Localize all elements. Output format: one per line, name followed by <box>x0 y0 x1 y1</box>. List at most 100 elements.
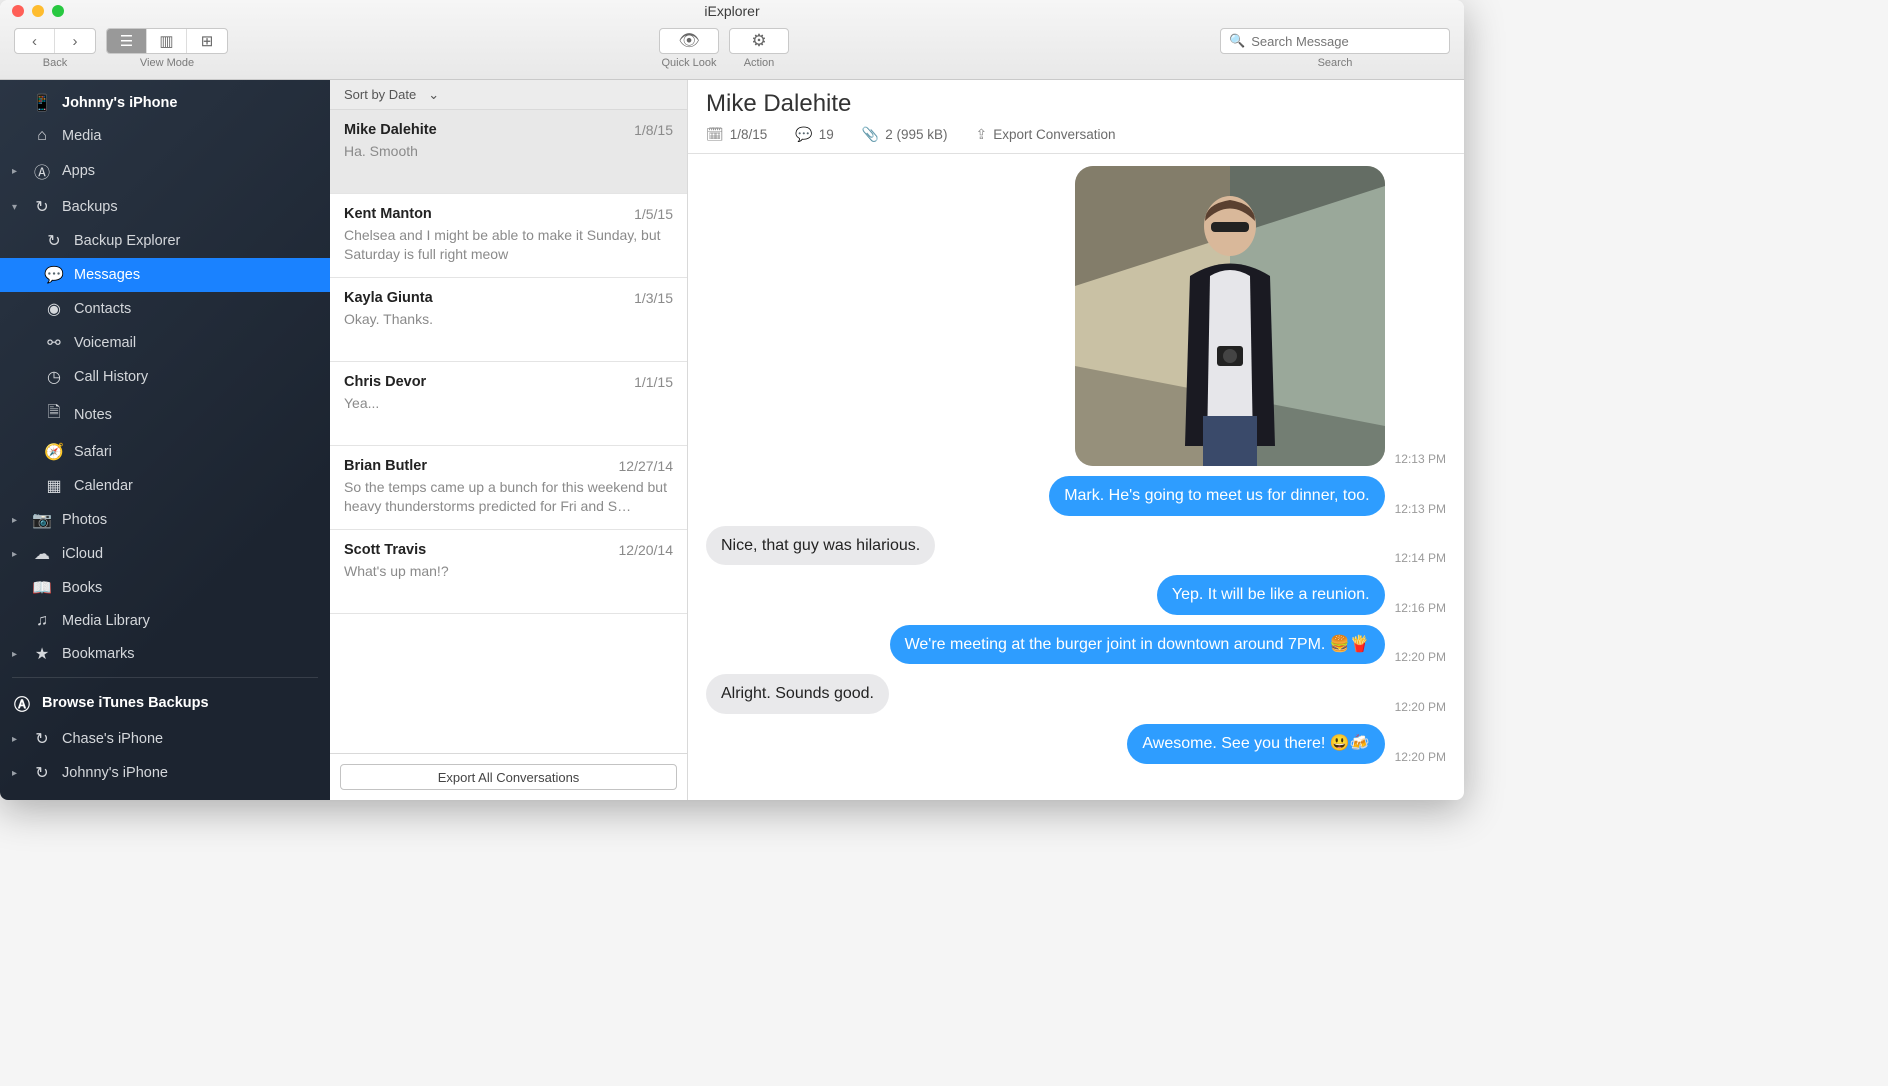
chevron-right-icon: ▸ <box>12 768 22 779</box>
conversation-item[interactable]: Kayla Giunta1/3/15 Okay. Thanks. <box>330 278 687 362</box>
thread-header: Mike Dalehite 🗓1/8/15 💬19 📎2 (995 kB) ⇪E… <box>688 80 1464 154</box>
thread-date: 🗓1/8/15 <box>706 126 767 143</box>
conversation-item[interactable]: Kent Manton1/5/15 Chelsea and I might be… <box>330 194 687 278</box>
chevron-right-icon: › <box>73 33 78 50</box>
sidebar-device[interactable]: 📱 Johnny's iPhone <box>0 86 330 120</box>
eye-icon: 👁 <box>678 31 700 51</box>
sidebar-item-safari[interactable]: 🧭 Safari <box>0 435 330 469</box>
message-bubble-out[interactable]: Awesome. See you there! 😃🍻 <box>1127 724 1384 764</box>
view-list-button[interactable]: ☰ <box>107 29 147 53</box>
export-all-container: Export All Conversations <box>330 753 687 800</box>
sidebar-item-backup-chase[interactable]: ▸ ↻ Chase's iPhone <box>0 722 330 756</box>
camera-icon: 📷 <box>32 510 52 530</box>
sidebar-item-backups[interactable]: ▾ ↻ Backups <box>0 190 330 224</box>
backup-icon: ↻ <box>32 197 52 217</box>
grid-icon: ⊞ <box>201 32 214 50</box>
home-icon: ⌂ <box>32 127 52 145</box>
sidebar-item-backup-explorer[interactable]: ↻ Backup Explorer <box>0 224 330 258</box>
back-button[interactable]: ‹ <box>15 29 55 53</box>
forward-button[interactable]: › <box>55 29 95 53</box>
conversation-item[interactable]: Chris Devor1/1/15 Yea... <box>330 362 687 446</box>
message-time: 12:20 PM <box>1395 700 1446 714</box>
gear-icon: ⚙ <box>751 31 766 51</box>
close-button[interactable] <box>12 5 24 17</box>
backup-icon: ↻ <box>44 231 64 251</box>
quick-look-button[interactable]: 👁 <box>659 28 719 54</box>
thread-scroll[interactable]: 12:13 PM Mark. He's going to meet us for… <box>688 154 1464 800</box>
main-body: 📱 Johnny's iPhone ⌂ Media ▸ Ⓐ Apps ▾ ↻ B… <box>0 80 1464 800</box>
message-bubble-in[interactable]: Alright. Sounds good. <box>706 674 889 714</box>
window-title: iExplorer <box>0 3 1464 19</box>
sidebar-label: Bookmarks <box>62 646 135 662</box>
sidebar-item-contacts[interactable]: ◉ Contacts <box>0 292 330 326</box>
sidebar-label: Voicemail <box>74 335 136 351</box>
sidebar-item-backup-johnny[interactable]: ▸ ↻ Johnny's iPhone <box>0 756 330 790</box>
cloud-icon: ☁ <box>32 544 52 564</box>
sidebar-item-icloud[interactable]: ▸ ☁ iCloud <box>0 537 330 571</box>
conversation-item[interactable]: Mike Dalehite1/8/15 Ha. Smooth <box>330 110 687 194</box>
minimize-button[interactable] <box>32 5 44 17</box>
conversation-items: Mike Dalehite1/8/15 Ha. Smooth Kent Mant… <box>330 110 687 753</box>
message-bubble-out[interactable]: Yep. It will be like a reunion. <box>1157 575 1385 615</box>
sidebar-item-media-library[interactable]: ♫ Media Library <box>0 605 330 637</box>
conversation-item[interactable]: Scott Travis12/20/14 What's up man!? <box>330 530 687 614</box>
toolbar: ‹ › Back ☰ ▥ ⊞ View Mode 👁 Quick Look ⚙ <box>0 22 1464 79</box>
search-input[interactable] <box>1251 34 1441 49</box>
conversation-date: 1/3/15 <box>634 290 673 306</box>
conversation-item[interactable]: Brian Butler12/27/14 So the temps came u… <box>330 446 687 530</box>
back-label: Back <box>43 57 67 69</box>
quick-look-label: Quick Look <box>661 57 716 69</box>
sidebar-label: iCloud <box>62 546 103 562</box>
back-forward-group: ‹ › Back <box>14 28 96 69</box>
sidebar-label: Johnny's iPhone <box>62 95 177 111</box>
message-bubble-out[interactable]: We're meeting at the burger joint in dow… <box>890 625 1385 665</box>
conversation-date: 1/5/15 <box>634 206 673 222</box>
sidebar-item-call-history[interactable]: ◷ Call History <box>0 360 330 394</box>
message-bubble-in[interactable]: Nice, that guy was hilarious. <box>706 526 935 566</box>
sidebar-item-messages[interactable]: 💬 Messages <box>0 258 330 292</box>
message-image[interactable] <box>1075 166 1385 466</box>
action-group: ⚙ Action <box>729 28 789 69</box>
sidebar-item-notes[interactable]: 🗎 Notes <box>0 394 330 435</box>
view-mode-group: ☰ ▥ ⊞ View Mode <box>106 28 228 69</box>
message-row: Alright. Sounds good. 12:20 PM <box>706 674 1446 714</box>
chevron-left-icon: ‹ <box>32 33 37 50</box>
maximize-button[interactable] <box>52 5 64 17</box>
view-columns-button[interactable]: ▥ <box>147 29 187 53</box>
quick-look-group: 👁 Quick Look <box>659 28 719 69</box>
message-bubble-out[interactable]: Mark. He's going to meet us for dinner, … <box>1049 476 1384 516</box>
sort-button[interactable]: Sort by Date ⌄ <box>330 80 687 110</box>
sidebar-label: Media Library <box>62 613 150 629</box>
sidebar-item-media[interactable]: ⌂ Media <box>0 120 330 152</box>
export-conversation-button[interactable]: ⇪Export Conversation <box>976 126 1116 143</box>
sidebar-item-books[interactable]: 📖 Books <box>0 571 330 605</box>
sidebar-browse-backups[interactable]: Ⓐ Browse iTunes Backups <box>0 684 330 722</box>
chevron-down-icon: ⌄ <box>428 87 439 103</box>
conversation-date: 1/1/15 <box>634 374 673 390</box>
columns-icon: ▥ <box>159 32 173 50</box>
backup-icon: ↻ <box>32 763 52 783</box>
search-box[interactable]: 🔍 <box>1220 28 1450 54</box>
search-group: 🔍 Search <box>1220 28 1450 69</box>
message-row: Yep. It will be like a reunion. 12:16 PM <box>706 575 1446 615</box>
sidebar-item-photos[interactable]: ▸ 📷 Photos <box>0 503 330 537</box>
sidebar-label: Safari <box>74 444 112 460</box>
sidebar-item-bookmarks[interactable]: ▸ ★ Bookmarks <box>0 637 330 671</box>
chevron-down-icon: ▾ <box>12 202 22 213</box>
export-icon: ⇪ <box>976 126 988 143</box>
sidebar-item-calendar[interactable]: ▦ Calendar <box>0 469 330 503</box>
sidebar-label: Messages <box>74 267 140 283</box>
action-label: Action <box>744 57 775 69</box>
chevron-right-icon: ▸ <box>12 649 22 660</box>
view-grid-button[interactable]: ⊞ <box>187 29 227 53</box>
action-button[interactable]: ⚙ <box>729 28 789 54</box>
conversation-preview: Ha. Smooth <box>344 142 673 161</box>
message-row: 12:13 PM <box>706 166 1446 466</box>
paperclip-icon: 📎 <box>862 126 879 143</box>
book-icon: 📖 <box>32 578 52 598</box>
sidebar-item-voicemail[interactable]: ⚯ Voicemail <box>0 326 330 360</box>
sidebar-item-apps[interactable]: ▸ Ⓐ Apps <box>0 152 330 190</box>
list-icon: ☰ <box>120 32 133 50</box>
messages-icon: 💬 <box>44 265 64 285</box>
export-all-button[interactable]: Export All Conversations <box>340 764 677 790</box>
